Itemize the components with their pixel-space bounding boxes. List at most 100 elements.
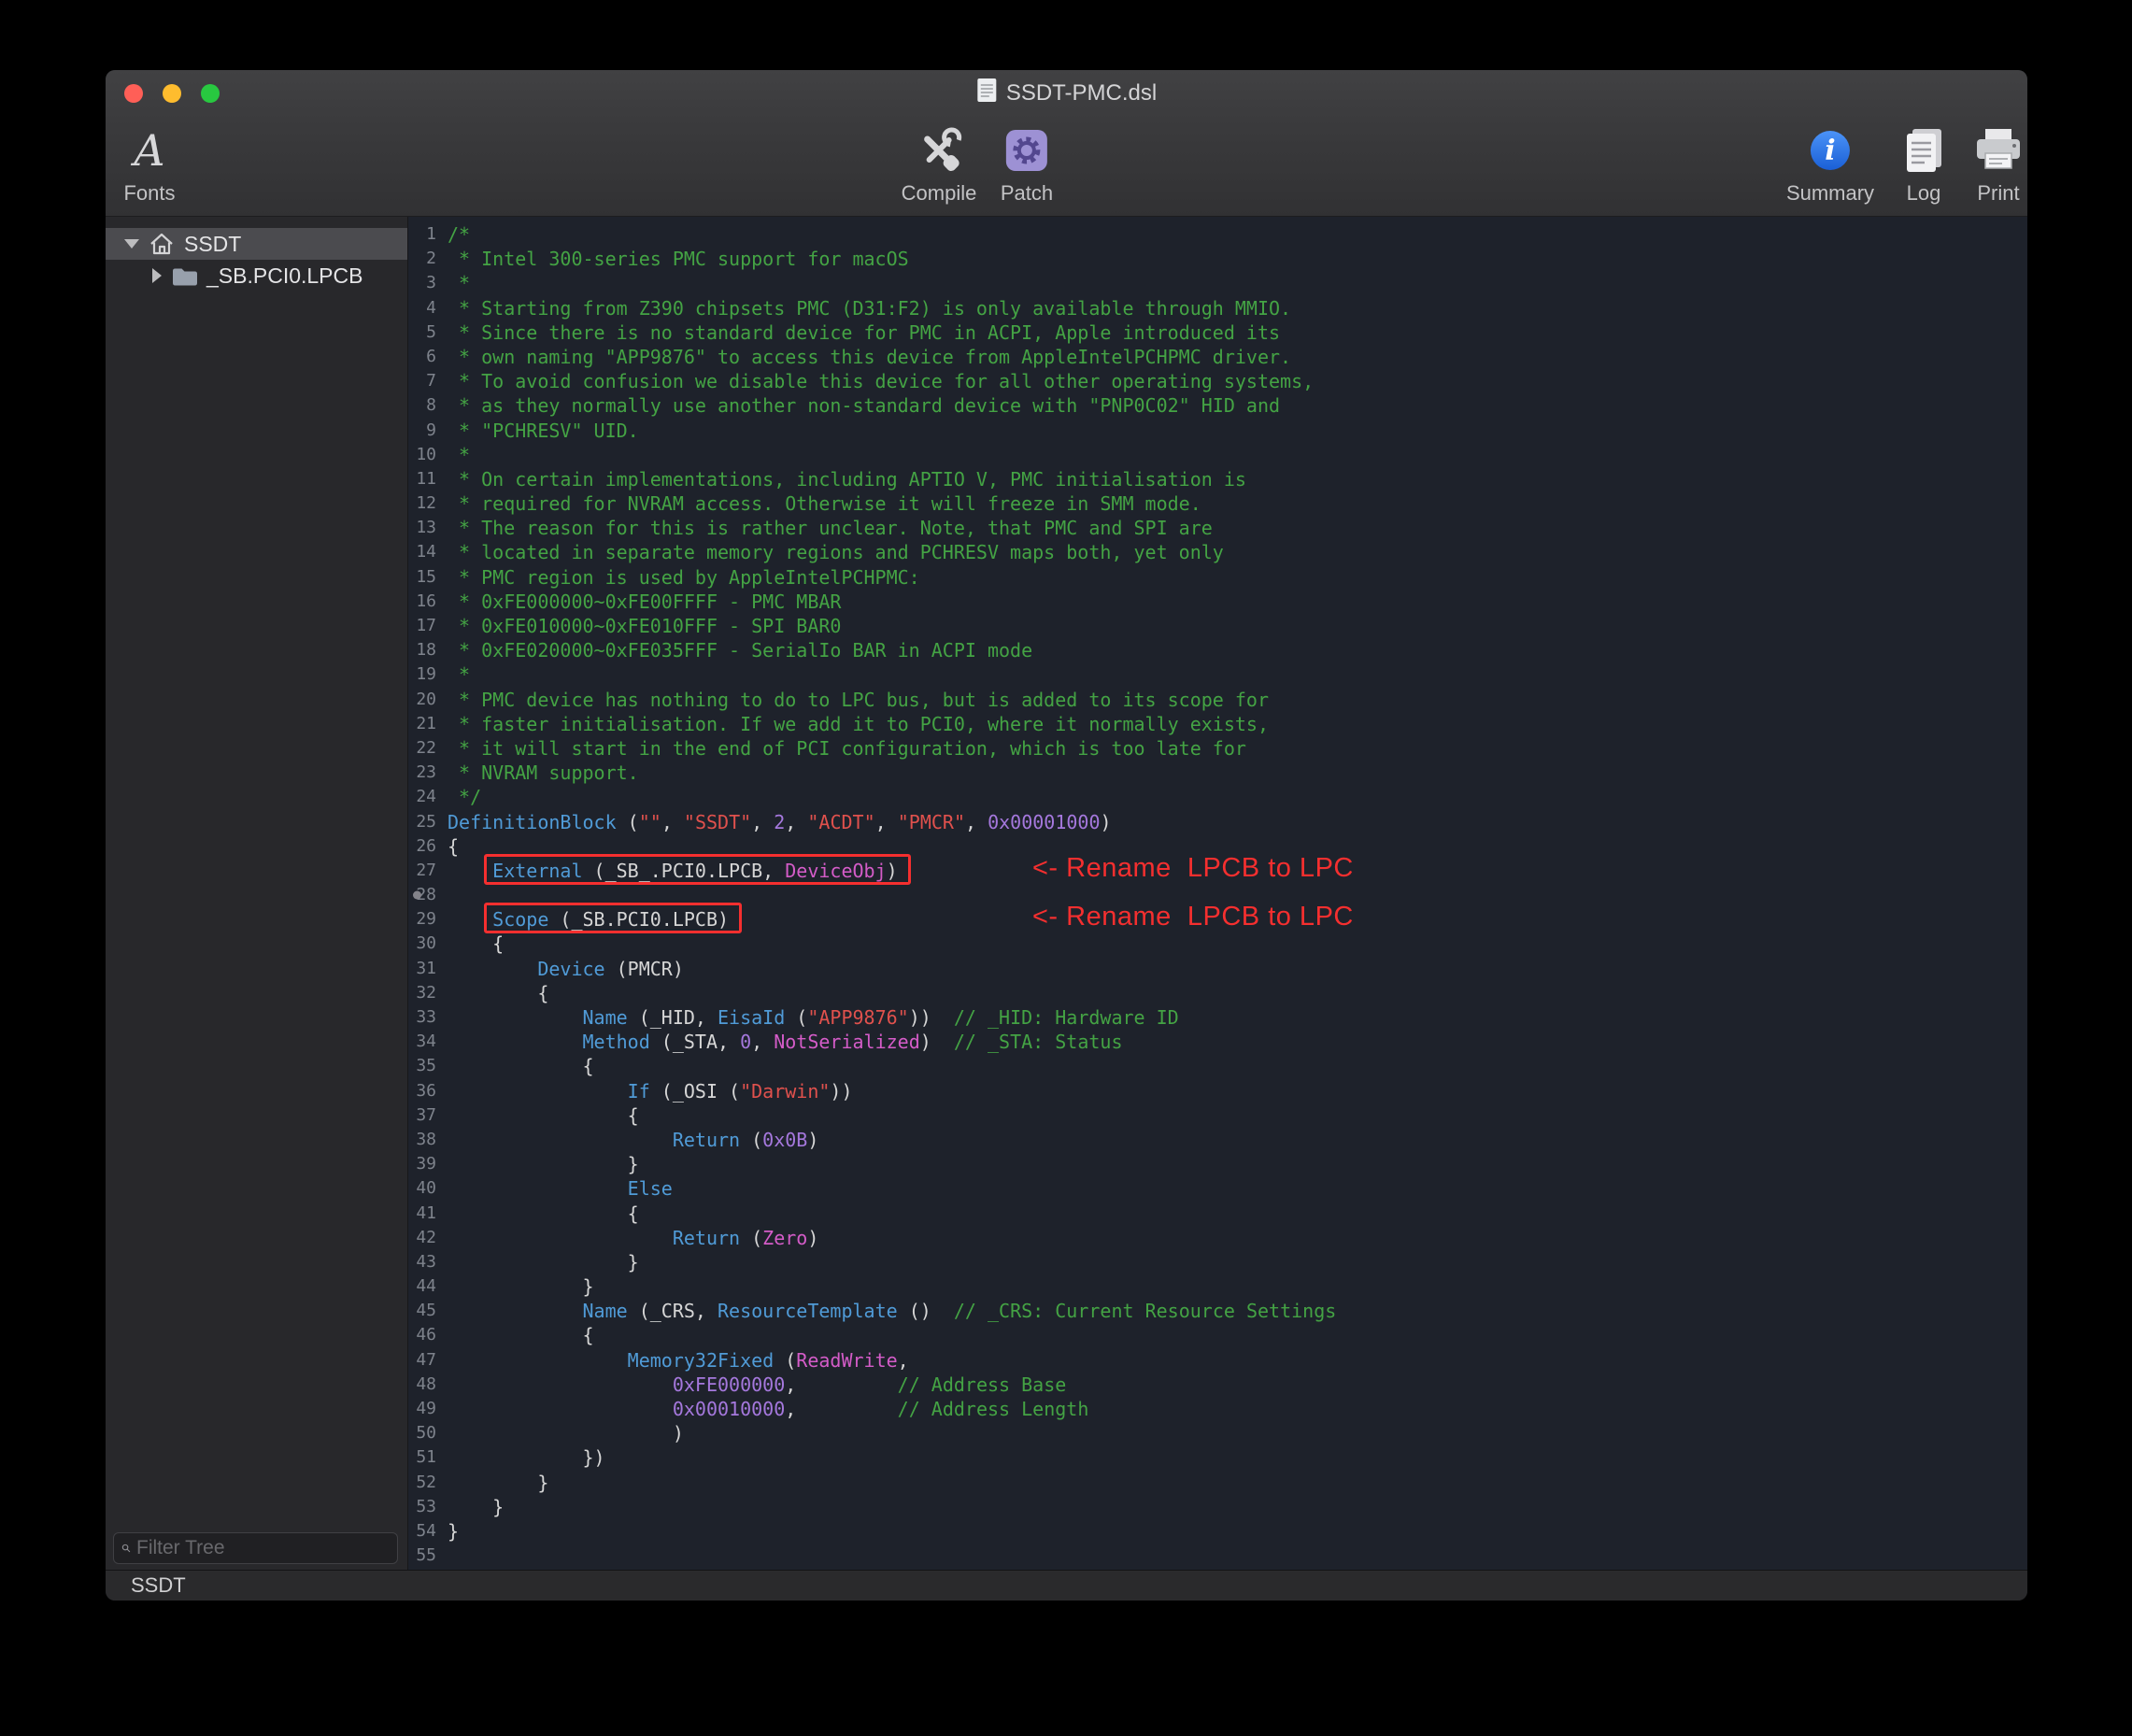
code-line[interactable]: 42 Return (Zero) xyxy=(408,1226,2027,1250)
code-line[interactable]: 38 Return (0x0B) xyxy=(408,1128,2027,1152)
code-line[interactable]: 50 ) xyxy=(408,1421,2027,1445)
code-line[interactable]: 43 } xyxy=(408,1250,2027,1274)
code-line[interactable]: 30 { xyxy=(408,932,2027,956)
close-button[interactable] xyxy=(124,84,143,103)
code-text: } xyxy=(448,1495,504,1519)
code-token xyxy=(448,1006,583,1029)
summary-button[interactable]: i Summary xyxy=(1786,122,1874,206)
code-token: , xyxy=(898,1349,909,1372)
code-text: * faster initialisation. If we add it to… xyxy=(448,712,1269,736)
code-line[interactable]: 48 0xFE000000, // Address Base xyxy=(408,1373,2027,1397)
code-line[interactable]: 54} xyxy=(408,1519,2027,1544)
code-line[interactable]: 19 * xyxy=(408,662,2027,687)
code-line[interactable]: 11 * On certain implementations, includi… xyxy=(408,467,2027,491)
zoom-button[interactable] xyxy=(201,84,220,103)
patch-gear-icon xyxy=(1001,122,1053,178)
code-line[interactable]: 55 xyxy=(408,1544,2027,1568)
code-line[interactable]: 3 * xyxy=(408,271,2027,295)
code-token xyxy=(448,1349,628,1372)
code-line[interactable]: 9 * "PCHRESV" UID. xyxy=(408,419,2027,443)
code-line[interactable]: 44 } xyxy=(408,1274,2027,1299)
compile-button[interactable]: Compile xyxy=(902,122,977,206)
minimize-button[interactable] xyxy=(163,84,181,103)
code-line[interactable]: 31 Device (PMCR) xyxy=(408,957,2027,981)
code-text: Else xyxy=(448,1176,673,1201)
sidebar-item-ssdt[interactable]: SSDT xyxy=(106,228,407,260)
code-line[interactable]: 10 * xyxy=(408,443,2027,467)
code-token: DefinitionBlock xyxy=(448,811,617,833)
code-line[interactable]: 39 } xyxy=(408,1152,2027,1176)
code-token: */ xyxy=(448,786,481,808)
code-token: } xyxy=(448,1520,459,1543)
code-line[interactable]: 12 * required for NVRAM access. Otherwis… xyxy=(408,491,2027,516)
code-editor[interactable]: 1/*2 * Intel 300-series PMC support for … xyxy=(408,217,2027,1570)
code-line[interactable]: 32 { xyxy=(408,981,2027,1005)
fonts-button[interactable]: A Fonts xyxy=(123,122,175,206)
code-line[interactable]: 13 * The reason for this is rather uncle… xyxy=(408,516,2027,540)
code-line[interactable]: 21 * faster initialisation. If we add it… xyxy=(408,712,2027,736)
line-number: 39 xyxy=(408,1152,436,1176)
code-line[interactable]: 6 * own naming "APP9876" to access this … xyxy=(408,345,2027,369)
line-number: 51 xyxy=(408,1445,436,1470)
disclosure-down-icon[interactable] xyxy=(124,239,139,249)
patch-button[interactable]: Patch xyxy=(1001,122,1053,206)
log-button[interactable]: Log xyxy=(1900,122,1947,206)
sidebar-item-sb-pci0-lpcb[interactable]: _SB.PCI0.LPCB xyxy=(106,260,407,292)
code-line[interactable]: 52 } xyxy=(408,1471,2027,1495)
code-token: Memory32Fixed xyxy=(628,1349,775,1372)
code-line[interactable]: 5 * Since there is no standard device fo… xyxy=(408,320,2027,345)
code-line[interactable]: 14 * located in separate memory regions … xyxy=(408,540,2027,564)
code-line[interactable]: 29 Scope (_SB.PCI0.LPCB)<- Rename LPCB t… xyxy=(408,907,2027,932)
code-line[interactable]: 7 * To avoid confusion we disable this d… xyxy=(408,369,2027,393)
titlebar[interactable]: SSDT-PMC.dsl xyxy=(106,70,2027,117)
code-line[interactable]: 2 * Intel 300-series PMC support for mac… xyxy=(408,247,2027,271)
code-line[interactable]: 23 * NVRAM support. xyxy=(408,761,2027,785)
code-token: , xyxy=(785,1373,897,1396)
code-line[interactable]: 22 * it will start in the end of PCI con… xyxy=(408,736,2027,761)
code-line[interactable]: 17 * 0xFE010000~0xFE010FFF - SPI BAR0 xyxy=(408,614,2027,638)
code-token: * PMC device has nothing to do to LPC bu… xyxy=(448,689,1269,711)
filter-tree-input[interactable] xyxy=(136,1537,390,1559)
code-token: // _STA: Status xyxy=(954,1031,1123,1053)
code-line[interactable]: 35 { xyxy=(408,1054,2027,1078)
code-line[interactable]: 40 Else xyxy=(408,1176,2027,1201)
code-line[interactable]: 25DefinitionBlock ("", "SSDT", 2, "ACDT"… xyxy=(408,810,2027,834)
code-line[interactable]: 27 External (_SB_.PCI0.LPCB, DeviceObj)<… xyxy=(408,859,2027,883)
log-label: Log xyxy=(1900,181,1947,206)
code-token: * own naming "APP9876" to access this de… xyxy=(448,346,1291,368)
disclosure-right-icon[interactable] xyxy=(152,268,162,283)
code-line[interactable]: 20 * PMC device has nothing to do to LPC… xyxy=(408,688,2027,712)
document-proxy-icon[interactable] xyxy=(976,78,997,109)
code-token: Name xyxy=(583,1006,628,1029)
code-line[interactable]: 46 { xyxy=(408,1323,2027,1347)
code-token: * xyxy=(448,663,470,686)
code-token: { xyxy=(448,1055,594,1077)
code-line[interactable]: 8 * as they normally use another non-sta… xyxy=(408,393,2027,418)
code-line[interactable]: 37 { xyxy=(408,1103,2027,1128)
code-line[interactable]: 15 * PMC region is used by AppleIntelPCH… xyxy=(408,565,2027,590)
code-line[interactable]: 16 * 0xFE000000~0xFE00FFFF - PMC MBAR xyxy=(408,590,2027,614)
gutter-marker-dot xyxy=(413,891,421,900)
patch-label: Patch xyxy=(1001,181,1053,206)
code-line[interactable]: 33 Name (_HID, EisaId ("APP9876")) // _H… xyxy=(408,1005,2027,1030)
code-line[interactable]: 34 Method (_STA, 0, NotSerialized) // _S… xyxy=(408,1030,2027,1054)
code-line[interactable]: 51 }) xyxy=(408,1445,2027,1470)
code-line[interactable]: 45 Name (_CRS, ResourceTemplate () // _C… xyxy=(408,1299,2027,1323)
code-line[interactable]: 47 Memory32Fixed (ReadWrite, xyxy=(408,1348,2027,1373)
line-number: 49 xyxy=(408,1397,436,1421)
code-token: * located in separate memory regions and… xyxy=(448,541,1224,563)
code-line[interactable]: 36 If (_OSI ("Darwin")) xyxy=(408,1079,2027,1103)
code-token: External xyxy=(492,860,582,882)
code-line[interactable]: 53 } xyxy=(408,1495,2027,1519)
code-token: Return xyxy=(673,1227,740,1249)
code-line[interactable]: 49 0x00010000, // Address Length xyxy=(408,1397,2027,1421)
code-line[interactable]: 4 * Starting from Z390 chipsets PMC (D31… xyxy=(408,296,2027,320)
print-button[interactable]: Print xyxy=(1973,122,2024,206)
code-line[interactable]: 18 * 0xFE020000~0xFE035FFF - SerialIo BA… xyxy=(408,638,2027,662)
code-line[interactable]: 24 */ xyxy=(408,785,2027,809)
code-line[interactable]: 1/* xyxy=(408,222,2027,247)
code-text: * 0xFE010000~0xFE010FFF - SPI BAR0 xyxy=(448,614,841,638)
code-line[interactable]: 41 { xyxy=(408,1202,2027,1226)
code-token: , xyxy=(785,1398,897,1420)
code-token: 2 xyxy=(774,811,785,833)
